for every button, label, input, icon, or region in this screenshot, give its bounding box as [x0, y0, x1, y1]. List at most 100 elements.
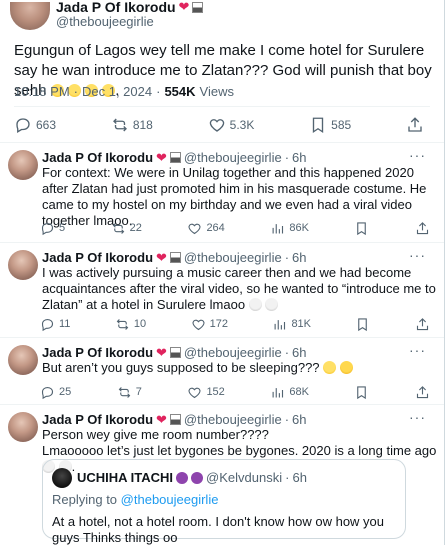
- reply-button[interactable]: 663: [14, 116, 56, 134]
- reply-icon: [16, 118, 30, 133]
- author-handle[interactable]: @theboujeegirlie: [184, 150, 282, 165]
- avatar[interactable]: [8, 250, 38, 280]
- author-handle[interactable]: @theboujeegirlie: [56, 15, 154, 29]
- tweet-age[interactable]: 6h: [292, 412, 306, 427]
- replying-to-link[interactable]: @theboujeegirlie: [121, 492, 219, 507]
- views-chart-icon: [272, 387, 284, 397]
- views-label: Views: [199, 84, 234, 99]
- reply-tweet[interactable]: Jada P Of Ikorodu ❤ @theboujeegirlie · 6…: [0, 142, 444, 242]
- heart-icon: [192, 319, 205, 330]
- bookmark-button[interactable]: [355, 315, 370, 333]
- landscape-emoji-icon: [169, 414, 181, 425]
- heart-icon: [188, 223, 201, 234]
- bookmark-button[interactable]: [354, 219, 369, 237]
- author-handle[interactable]: @theboujeegirlie: [184, 250, 282, 265]
- repost-button[interactable]: 22: [111, 219, 142, 237]
- reply-icon: [41, 222, 54, 235]
- reply-button[interactable]: 11: [40, 315, 70, 333]
- tweet-age[interactable]: 6h: [292, 250, 306, 265]
- more-options-icon[interactable]: ···: [409, 342, 426, 358]
- reply-icon: [41, 386, 54, 399]
- reply-tweet[interactable]: Jada P Of Ikorodu ❤ @theboujeegirlie · 6…: [0, 242, 444, 337]
- share-icon: [416, 317, 429, 330]
- reply-header: Jada P Of Ikorodu ❤ @theboujeegirlie · 6…: [42, 150, 307, 165]
- share-icon: [408, 117, 422, 132]
- bookmark-icon: [312, 117, 324, 134]
- bookmark-icon: [357, 385, 367, 399]
- repost-button[interactable]: 818: [111, 116, 153, 134]
- avatar[interactable]: [8, 412, 38, 442]
- bookmark-button[interactable]: 585: [309, 116, 351, 134]
- tweet-meta: 10:18 PM · Dec 1, 2024 · 554K Views: [14, 84, 234, 99]
- repost-icon: [112, 222, 124, 234]
- heart-icon: [188, 387, 201, 398]
- share-button[interactable]: [415, 219, 430, 237]
- like-button[interactable]: 5.3K: [208, 116, 254, 134]
- landscape-emoji-icon: [169, 152, 181, 163]
- like-button[interactable]: 172: [191, 315, 228, 333]
- repost-icon: [116, 318, 129, 330]
- share-icon: [416, 385, 429, 398]
- reply-text: I was actively pursuing a music career t…: [42, 265, 436, 312]
- views-chart-icon: [272, 223, 284, 233]
- quoted-tweet[interactable]: UCHIHA ITACHI @Kelvdunski · 6h Replying …: [42, 459, 406, 545]
- share-button[interactable]: [415, 383, 430, 401]
- share-button[interactable]: [415, 315, 430, 333]
- thread-view: Jada P Of Ikorodu ❤ @theboujeegirlie Egu…: [0, 0, 445, 545]
- author-name[interactable]: Jada P Of Ikorodu: [42, 250, 153, 265]
- heart-icon: [209, 119, 224, 132]
- more-options-icon[interactable]: ···: [409, 247, 426, 263]
- views-button[interactable]: 68K: [270, 383, 309, 401]
- views-button[interactable]: 86K: [270, 219, 309, 237]
- like-button[interactable]: 152: [187, 383, 225, 401]
- author-handle[interactable]: @Kelvdunski: [206, 470, 282, 485]
- avatar[interactable]: [8, 345, 38, 375]
- repost-button[interactable]: 7: [117, 383, 142, 401]
- skull-emoji-icon: [265, 298, 279, 311]
- main-tweet[interactable]: Jada P Of Ikorodu ❤ @theboujeegirlie Egu…: [0, 0, 444, 142]
- reply-header: Jada P Of Ikorodu ❤ @theboujeegirlie · 6…: [42, 250, 307, 265]
- avatar[interactable]: [8, 150, 38, 180]
- tweet-age[interactable]: 6h: [292, 345, 306, 360]
- reply-button[interactable]: 25: [40, 383, 71, 401]
- divider: [14, 106, 430, 107]
- avatar[interactable]: [52, 468, 72, 488]
- views-button[interactable]: 81K: [272, 315, 311, 333]
- repost-button[interactable]: 10: [115, 315, 146, 333]
- reply-tweet[interactable]: Jada P Of Ikorodu ❤ @theboujeegirlie · 6…: [0, 404, 444, 545]
- reply-header: Jada P Of Ikorodu ❤ @theboujeegirlie · 6…: [42, 345, 307, 360]
- replying-to: Replying to @theboujeegirlie: [52, 492, 219, 507]
- heart-emoji-icon: ❤: [156, 345, 167, 360]
- more-options-icon[interactable]: ···: [409, 147, 426, 163]
- like-button[interactable]: 264: [187, 219, 225, 237]
- author-name[interactable]: UCHIHA ITACHI: [77, 470, 173, 485]
- heart-emoji-icon: ❤: [156, 250, 167, 265]
- heart-emoji-icon: ❤: [178, 0, 190, 14]
- author-name[interactable]: Jada P Of Ikorodu: [42, 150, 153, 165]
- quote-header: UCHIHA ITACHI @Kelvdunski · 6h: [77, 470, 307, 485]
- author-name[interactable]: Jada P Of Ikorodu: [42, 412, 153, 427]
- tweet-date[interactable]: Dec 1, 2024: [82, 84, 152, 99]
- author-name-row[interactable]: Jada P Of Ikorodu ❤: [56, 0, 204, 14]
- devil-emoji-icon: [176, 471, 189, 484]
- tweet-age[interactable]: 6h: [292, 150, 306, 165]
- reply-tweet[interactable]: Jada P Of Ikorodu ❤ @theboujeegirlie · 6…: [0, 337, 444, 404]
- reply-button[interactable]: 5: [40, 219, 65, 237]
- share-button[interactable]: [406, 116, 424, 134]
- author-name[interactable]: Jada P Of Ikorodu: [56, 0, 176, 14]
- tweet-time[interactable]: 10:18 PM: [14, 84, 70, 99]
- crying-emoji-icon: [339, 361, 353, 374]
- heart-emoji-icon: ❤: [156, 412, 167, 427]
- author-name[interactable]: Jada P Of Ikorodu: [42, 345, 153, 360]
- avatar[interactable]: [10, 2, 50, 30]
- bookmark-icon: [357, 221, 367, 235]
- reply-icon: [41, 318, 54, 331]
- tweet-age[interactable]: 6h: [292, 470, 306, 485]
- reply-header: Jada P Of Ikorodu ❤ @theboujeegirlie · 6…: [42, 412, 307, 427]
- author-handle[interactable]: @theboujeegirlie: [184, 345, 282, 360]
- bookmark-button[interactable]: [354, 383, 369, 401]
- author-handle[interactable]: @theboujeegirlie: [184, 412, 282, 427]
- more-options-icon[interactable]: ···: [409, 409, 426, 425]
- landscape-emoji-icon: [169, 252, 181, 263]
- laughing-emoji-icon: [323, 361, 337, 374]
